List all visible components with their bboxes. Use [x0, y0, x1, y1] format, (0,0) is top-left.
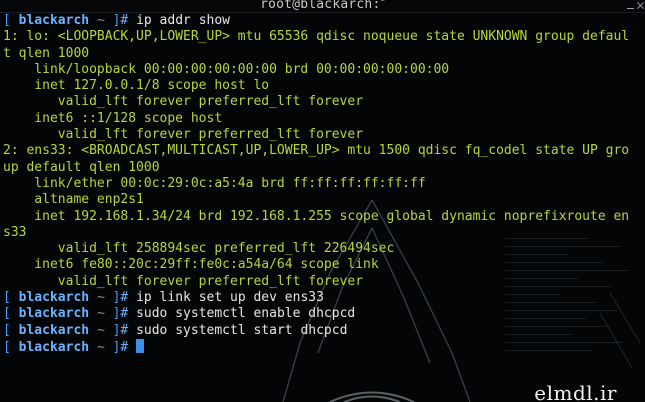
prompt-host: blackarch [18, 290, 90, 306]
prompt-open-bracket: [ [3, 306, 11, 322]
prompt-open-bracket: [ [3, 339, 11, 355]
prompt-symbol: # [120, 13, 129, 28]
prompt-line: [ blackarch ~ ]# sudo systemctl start dh… [3, 323, 643, 339]
prompt-line: [ blackarch ~ ]# ip addr show [3, 13, 643, 29]
close-icon[interactable] [637, 2, 644, 9]
output-line: valid_lft forever preferred_lft forever [3, 273, 364, 289]
output-line: inet6 fe80::20c:29ff:fe0c:a54a/64 scope … [3, 257, 379, 273]
output-line: inet 127.0.0.1/8 scope host lo [3, 78, 270, 94]
output-line: up default qlen 1000 [3, 159, 160, 175]
prompt-host: blackarch [18, 322, 90, 338]
prompt-line: [ blackarch ~ ]# ip link set up dev ens3… [3, 290, 643, 306]
prompt-symbol: # [120, 322, 129, 338]
prompt-symbol: # [120, 306, 129, 322]
text-cursor [136, 338, 145, 353]
prompt-host: blackarch [18, 339, 90, 355]
minimize-icon[interactable] [627, 2, 634, 9]
terminal-output[interactable]: [ blackarch ~ ]# ip addr show 1: lo: <LO… [3, 13, 643, 355]
output-line: link/loopback 00:00:00:00:00:00 brd 00:0… [3, 61, 450, 77]
prompt-line: [ blackarch ~ ]# sudo systemctl enable d… [3, 306, 643, 322]
command-text: sudo systemctl enable dhcpcd [136, 306, 356, 322]
command-text: ip link set up dev ens33 [136, 290, 324, 306]
prompt-path: ~ [96, 322, 105, 338]
command-text: sudo systemctl start dhcpcd [136, 322, 348, 338]
prompt-open-bracket: [ [3, 13, 11, 28]
output-line: valid_lft forever preferred_lft forever [3, 94, 364, 110]
title-bar: root@blackarch:~ [0, 0, 645, 13]
output-line: altname enp2s1 [3, 192, 144, 208]
prompt-path: ~ [96, 290, 105, 306]
prompt-line-active[interactable]: [ blackarch ~ ]# [3, 338, 643, 355]
command-text: ip addr show [136, 13, 230, 28]
output-line: 1: lo: <LOOPBACK,UP,LOWER_UP> mtu 65536 … [3, 29, 630, 45]
watermark-text: elmdl.ir [534, 381, 617, 402]
output-line: inet 192.168.1.34/24 brd 192.168.1.255 s… [3, 208, 630, 224]
output-line: s33 [3, 224, 27, 240]
prompt-host: blackarch [18, 13, 90, 28]
window-title-superscript: ~ [380, 0, 385, 5]
terminal-window: root@blackarch:~ elmdl.ir [blackarch ~ … [0, 0, 645, 402]
prompt-host: blackarch [18, 306, 90, 322]
output-line: valid_lft forever preferred_lft forever [3, 127, 364, 143]
prompt-symbol: # [120, 290, 129, 306]
output-line: valid_lft 258894sec preferred_lft 226494… [3, 241, 395, 257]
output-line: 2: ens33: <BROADCAST,MULTICAST,UP,LOWER_… [3, 143, 630, 159]
window-title: root@blackarch:~ [0, 0, 645, 12]
window-title-text: root@blackarch: [260, 0, 381, 12]
output-line: inet6 ::1/128 scope host [3, 110, 223, 126]
prompt-open-bracket: [ [3, 322, 11, 338]
prompt-open-bracket: [ [3, 290, 11, 306]
prompt-path: ~ [96, 13, 105, 28]
output-line: link/ether 00:0c:29:0c:a5:4a brd ff:ff:f… [3, 175, 426, 191]
prompt-path: ~ [96, 306, 105, 322]
prompt-symbol: # [120, 339, 129, 355]
prompt-path: ~ [96, 339, 105, 355]
output-line: t qlen 1000 [3, 45, 90, 61]
